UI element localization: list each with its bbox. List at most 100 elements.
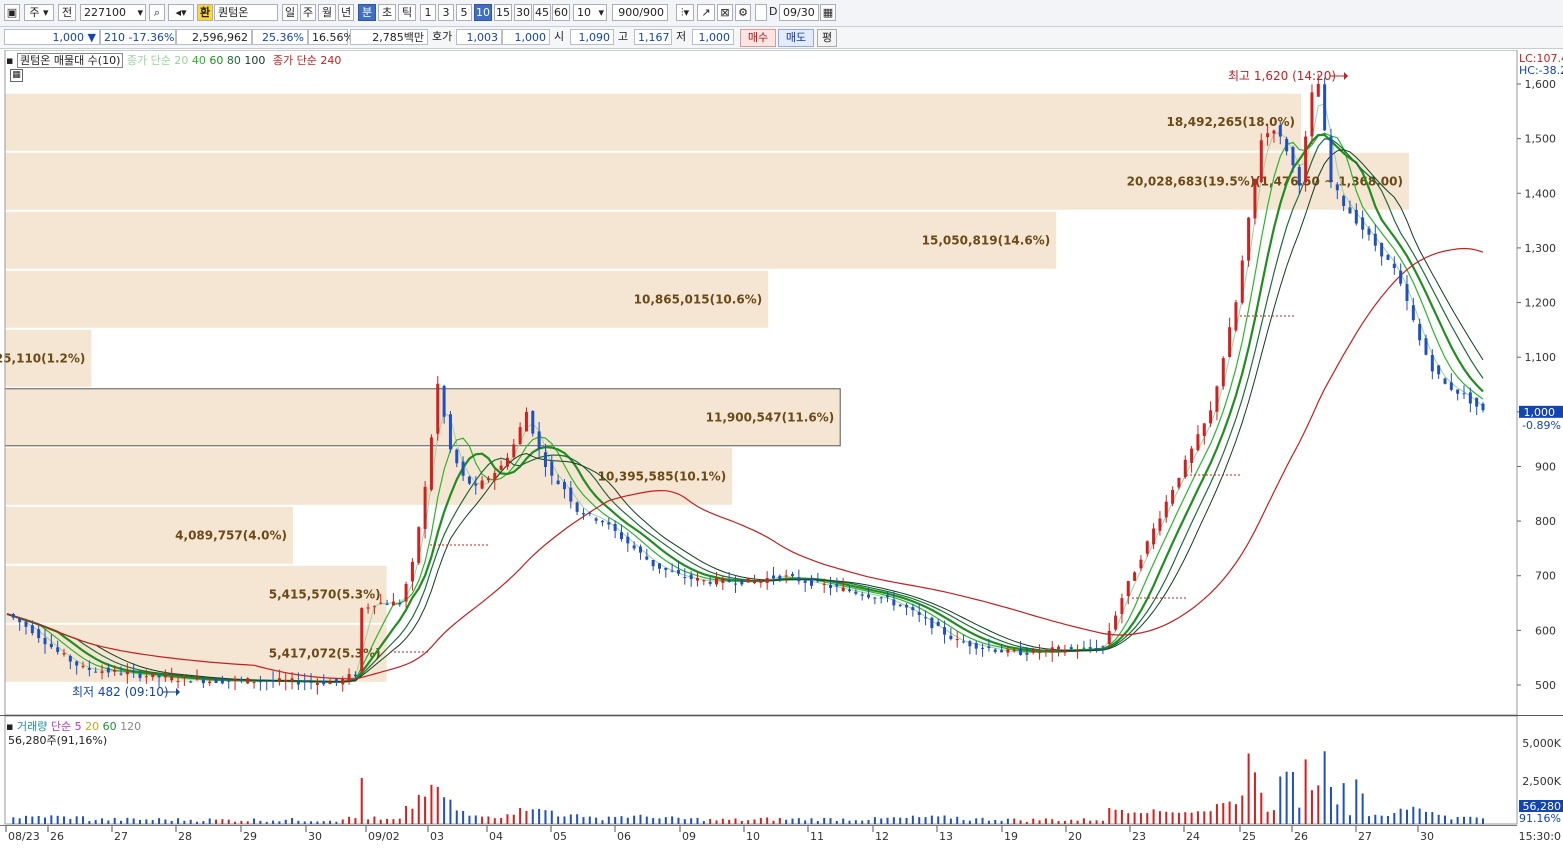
candle-body <box>182 676 186 678</box>
ma-legend-80: 80 <box>226 54 241 67</box>
volume-bar <box>411 808 414 824</box>
volume-bar <box>164 819 167 824</box>
minute-3[interactable]: 3 <box>438 4 454 21</box>
volume-bar <box>386 818 389 824</box>
sell-button[interactable]: 매도 <box>778 29 814 47</box>
volume-bar <box>911 815 914 824</box>
candle-body <box>607 522 611 525</box>
volume-bar <box>329 820 332 824</box>
grid-toggle-icon[interactable]: ▦ <box>10 69 23 82</box>
volume-bar <box>436 786 439 824</box>
minute-15[interactable]: 15 <box>494 4 512 21</box>
volume-bar <box>94 820 97 824</box>
d-checkbox[interactable] <box>755 4 767 21</box>
candle-body <box>879 597 883 599</box>
chart-area[interactable]: 18,492,265(18.0%) 20,028,683(19.5%)(1,476… <box>0 49 1563 845</box>
sound-icon[interactable]: ◂▾ <box>168 4 194 21</box>
volume-bar <box>506 814 509 824</box>
vp-legend-label[interactable]: 퀀텀온 매물대 수(10) <box>16 53 124 68</box>
volume-bar <box>145 819 148 824</box>
price-tick-label: 1,100 <box>1525 351 1557 364</box>
period-tick[interactable]: 틱 <box>398 4 416 21</box>
eval-button[interactable]: 평 <box>817 29 837 47</box>
change-box: 210 -17.36% <box>100 29 176 45</box>
candle-type-icon[interactable]: ⫶▾ <box>676 4 694 21</box>
candle-body <box>474 483 478 486</box>
candle-body <box>1411 305 1415 321</box>
volume-bar <box>18 818 21 824</box>
volume-profile-band <box>5 211 1057 269</box>
search-icon[interactable]: ⌕ <box>149 4 165 21</box>
count-field[interactable]: 900/900 <box>612 4 668 21</box>
candle-body <box>106 667 110 673</box>
volume-bar <box>1399 808 1402 824</box>
x-tick-label: 09/02 <box>368 830 400 843</box>
candle-body <box>575 502 579 512</box>
volume-bar <box>221 819 224 824</box>
volume-bar <box>481 816 484 824</box>
candle-body <box>1430 354 1434 372</box>
volume-bar <box>747 820 750 824</box>
price-tick-label: 700 <box>1535 570 1556 583</box>
volume-bar <box>82 816 85 824</box>
ma-legend-20: 20 <box>174 54 189 67</box>
compare-icon[interactable]: ⊠ <box>717 4 733 21</box>
exchange-badge[interactable]: 환 <box>197 4 213 21</box>
minute-5[interactable]: 5 <box>456 4 472 21</box>
candle-body <box>594 518 598 521</box>
period-minute[interactable]: 분 <box>358 4 376 21</box>
candle-body <box>581 513 585 515</box>
calendar-icon[interactable]: ▦ <box>820 4 836 21</box>
volume-bar <box>69 818 72 824</box>
custom-minute-select[interactable]: 10 ▾ <box>573 4 607 21</box>
x-tick-label: 26 <box>1294 830 1308 843</box>
candle-body <box>499 465 503 470</box>
gear-icon[interactable]: ⚙ <box>735 4 751 21</box>
buy-button[interactable]: 매수 <box>740 29 776 47</box>
stock-name-field[interactable]: 퀀텀온 <box>214 4 278 21</box>
period-week[interactable]: 주 <box>300 4 316 21</box>
minute-30[interactable]: 30 <box>514 4 532 21</box>
minute-10[interactable]: 10 <box>474 4 492 21</box>
period-second[interactable]: 초 <box>378 4 396 21</box>
candle-body <box>1304 136 1308 183</box>
indicator-icon[interactable]: ↗ <box>697 4 715 21</box>
volume-bar <box>75 816 78 824</box>
volume-tick-label: 2,500K <box>1522 775 1561 788</box>
market-select[interactable]: 주 ▾ <box>24 4 54 21</box>
minute-1[interactable]: 1 <box>420 4 436 21</box>
candle-body <box>835 584 839 587</box>
volume-bar <box>899 817 902 824</box>
volume-bar <box>873 817 876 824</box>
volume-bar <box>1450 819 1453 824</box>
code-value: 227100 <box>84 6 126 19</box>
low-value: 1,000 <box>692 29 734 45</box>
range-button[interactable]: 전 <box>58 4 76 21</box>
candle-body <box>860 594 864 596</box>
minute-45[interactable]: 45 <box>533 4 551 21</box>
volume-bar <box>569 814 572 824</box>
price-tick-label: 500 <box>1535 679 1556 692</box>
candle-body <box>632 545 636 549</box>
candle-body <box>461 461 465 476</box>
candle-body <box>816 580 820 582</box>
period-day[interactable]: 일 <box>282 4 298 21</box>
period-year[interactable]: 년 <box>338 4 354 21</box>
code-input[interactable]: 227100 ▾ <box>80 4 146 21</box>
volume-bar <box>797 818 800 824</box>
candle-body <box>328 681 332 685</box>
date-field[interactable]: 09/30 <box>779 4 819 21</box>
window-icon[interactable]: ▣ <box>4 4 20 21</box>
minute-60[interactable]: 60 <box>552 4 570 21</box>
volume-bar <box>44 817 47 824</box>
candle-body <box>1215 386 1219 412</box>
price-chart[interactable]: 18,492,265(18.0%) 20,028,683(19.5%)(1,476… <box>0 49 1563 845</box>
candle-body <box>1234 302 1238 331</box>
volume-bar <box>1158 811 1161 824</box>
volume-bar <box>443 797 446 824</box>
candle-body <box>550 461 554 476</box>
candle-body <box>822 583 826 585</box>
volume-profile-label: 18,492,265(18.0%) <box>1166 115 1295 129</box>
period-month[interactable]: 월 <box>318 4 336 21</box>
candle-body <box>341 678 345 685</box>
